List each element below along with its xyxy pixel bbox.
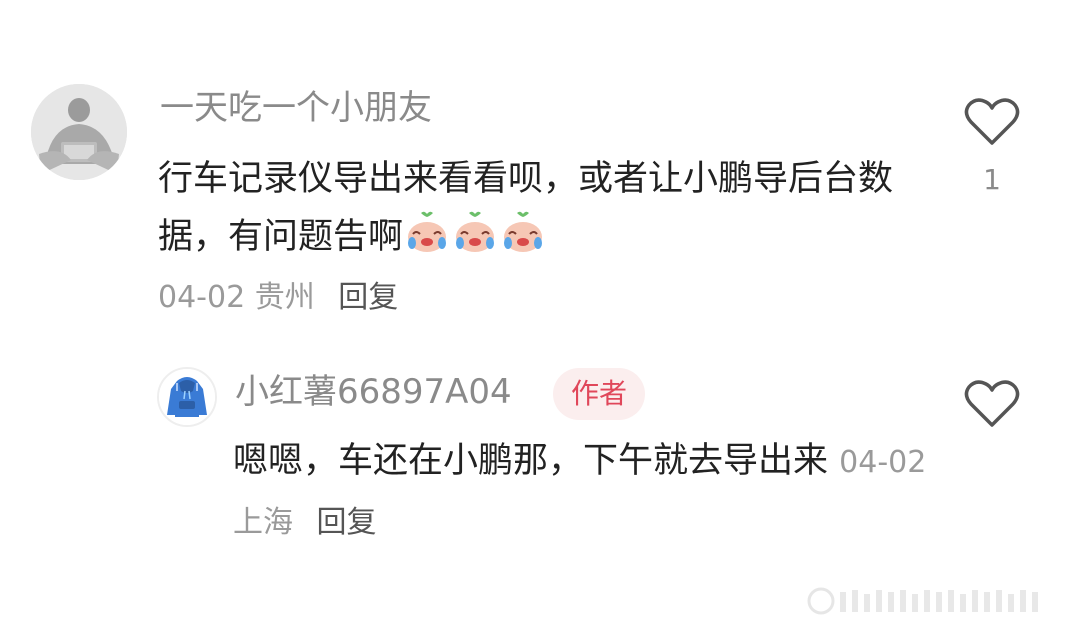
like-button[interactable]: 1 — [964, 96, 1020, 198]
reply-button[interactable]: 回复 — [317, 505, 377, 540]
crying-laughing-peach-icon — [451, 211, 499, 257]
heart-icon — [964, 380, 1020, 427]
reply-button[interactable]: 回复 — [338, 280, 398, 315]
comment-location: 贵州 — [254, 280, 315, 315]
hoodie-icon — [159, 369, 215, 425]
avatar[interactable] — [31, 84, 127, 180]
user-photo-icon — [31, 84, 127, 180]
reply-location: 上海 — [233, 505, 293, 540]
author-badge: 作者 — [553, 368, 646, 420]
watermark-icon — [807, 587, 1038, 615]
heart-icon — [964, 98, 1020, 145]
crying-laughing-peach-icon — [403, 211, 451, 257]
comment-username[interactable]: 一天吃一个小朋友 — [160, 88, 432, 128]
comment-meta: 04-02 贵州 回复 — [158, 277, 398, 319]
like-count: 1 — [983, 163, 1001, 196]
reply-text: 嗯嗯，车还在小鹏那，下午就去导出来 — [233, 441, 829, 481]
like-button[interactable] — [964, 378, 1020, 434]
reply-username[interactable]: 小红薯66897A04 — [235, 372, 512, 412]
comment-content: 行车记录仪导出来看看呗，或者让小鹏导后台数据，有问题告啊 — [158, 150, 898, 266]
reply-content: 嗯嗯，车还在小鹏那，下午就去导出来 04-02 上海 回复 — [233, 432, 933, 552]
reply-date: 04-02 — [839, 445, 927, 480]
avatar[interactable] — [157, 367, 217, 427]
comment-date: 04-02 — [158, 280, 246, 315]
watermark — [806, 586, 1056, 616]
crying-laughing-peach-icon — [499, 211, 547, 257]
